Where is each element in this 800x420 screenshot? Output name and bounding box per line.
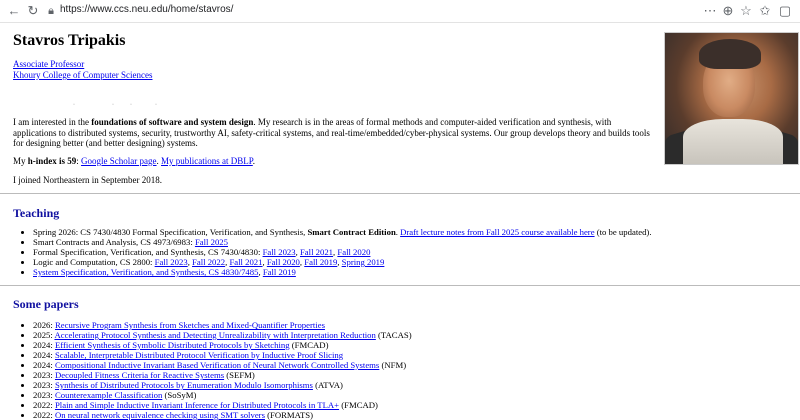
course-link[interactable]: Fall 2021 [229, 257, 262, 267]
reload-icon[interactable]: ↻ [25, 3, 41, 19]
profile-photo [664, 32, 799, 165]
list-item: 2026: Recursive Program Synthesis from S… [33, 320, 412, 330]
intro-bold: foundations of software and system desig… [91, 117, 254, 127]
lock-icon[interactable]: 🔒︎ [43, 3, 59, 19]
back-icon[interactable]: ← [6, 3, 22, 19]
intro-paragraph: I am interested in the foundations of so… [13, 117, 650, 148]
paper-link[interactable]: Accelerating Protocol Synthesis and Dete… [54, 330, 375, 340]
list-item: Formal Specification, Verification, and … [33, 247, 652, 257]
papers-heading: Some papers [13, 297, 79, 311]
list-item: 2023: Counterexample Classification (SoS… [33, 390, 412, 400]
affiliation: Associate Professor Khoury College of Co… [13, 59, 152, 81]
paper-link[interactable]: Recursive Program Synthesis from Sketche… [55, 320, 325, 330]
teaching-list: Spring 2026: CS 7430/4830 Formal Specifi… [13, 227, 652, 277]
dblp-link[interactable]: My publications at DBLP [161, 156, 253, 166]
google-scholar-link[interactable]: Google Scholar page [81, 156, 156, 166]
more-icon[interactable]: ⋯ [702, 3, 718, 19]
paper-link[interactable]: Synthesis of Distributed Protocols by En… [55, 380, 313, 390]
list-item: Logic and Computation, CS 2800: Fall 202… [33, 257, 652, 267]
list-item: 2023: Decoupled Fitness Criteria for Rea… [33, 370, 412, 380]
list-item: 2022: Plain and Simple Inductive Invaria… [33, 400, 412, 410]
list-item: 2022: On neural network equivalence chec… [33, 410, 412, 420]
list-item: Smart Contracts and Analysis, CS 4973/69… [33, 237, 652, 247]
course-link[interactable]: Fall 2020 [267, 257, 300, 267]
course-link[interactable]: Fall 2023 [263, 247, 296, 257]
list-item: System Specification, Verification, and … [33, 267, 652, 277]
course-link[interactable]: Fall 2023 [155, 257, 188, 267]
favorite-star-icon[interactable]: ☆ [738, 3, 754, 19]
course-link[interactable]: Fall 2022 [192, 257, 225, 267]
zoom-icon[interactable]: ⊕ [720, 3, 736, 19]
course-link[interactable]: Fall 2020 [337, 247, 370, 257]
divider [0, 193, 800, 194]
course-link[interactable]: System Specification, Verification, and … [33, 267, 258, 277]
course-link[interactable]: Fall 2019 [304, 257, 337, 267]
list-item: 2024: Compositional Inductive Invariant … [33, 360, 412, 370]
paper-link[interactable]: Decoupled Fitness Criteria for Reactive … [55, 370, 224, 380]
paper-link[interactable]: Plain and Simple Inductive Invariant Inf… [55, 400, 339, 410]
course-link[interactable]: Fall 2025 [195, 237, 228, 247]
hindex-line: My h-index is 59: Google Scholar page. M… [13, 156, 256, 166]
papers-list: 2026: Recursive Program Synthesis from S… [13, 320, 412, 420]
page-title: Stavros Tripakis [13, 32, 126, 49]
url-host: https://www.ccs.neu.edu [60, 4, 168, 15]
paper-link[interactable]: Counterexample Classification [55, 390, 162, 400]
list-item: 2025: Accelerating Protocol Synthesis an… [33, 330, 412, 340]
paper-link[interactable]: Compositional Inductive Invariant Based … [55, 360, 379, 370]
paper-link[interactable]: Scalable, Interpretable Distributed Prot… [55, 350, 343, 360]
paper-link[interactable]: On neural network equivalence checking u… [55, 410, 265, 420]
list-item: 2024: Efficient Synthesis of Symbolic Di… [33, 340, 412, 350]
title-link[interactable]: Associate Professor [13, 59, 152, 70]
url-path: /home/stavros/ [167, 4, 234, 15]
course-link[interactable]: Fall 2019 [263, 267, 296, 277]
browser-toolbar: ← ↻ 🔒︎ https://www.ccs.neu.edu/home/stav… [0, 0, 800, 23]
divider [0, 285, 800, 286]
course-link[interactable]: Spring 2019 [342, 257, 385, 267]
list-item: 2023: Synthesis of Distributed Protocols… [33, 380, 412, 390]
collections-icon[interactable]: ▢ [777, 3, 793, 19]
address-bar[interactable]: https://www.ccs.neu.edu/home/stavros/ [60, 4, 233, 15]
lecture-notes-link[interactable]: Draft lecture notes from Fall 2025 cours… [400, 227, 594, 237]
course-link[interactable]: Fall 2021 [300, 247, 333, 257]
paper-link[interactable]: Efficient Synthesis of Symbolic Distribu… [55, 340, 290, 350]
decorative-dots: · · · · [73, 102, 159, 108]
college-link[interactable]: Khoury College of Computer Sciences [13, 70, 152, 81]
list-item: 2024: Scalable, Interpretable Distribute… [33, 350, 412, 360]
favorites-icon[interactable]: ✩ [757, 3, 773, 19]
joined-text: I joined Northeastern in September 2018. [13, 175, 162, 185]
list-item: Spring 2026: CS 7430/4830 Formal Specifi… [33, 227, 652, 237]
teaching-heading: Teaching [13, 206, 60, 220]
